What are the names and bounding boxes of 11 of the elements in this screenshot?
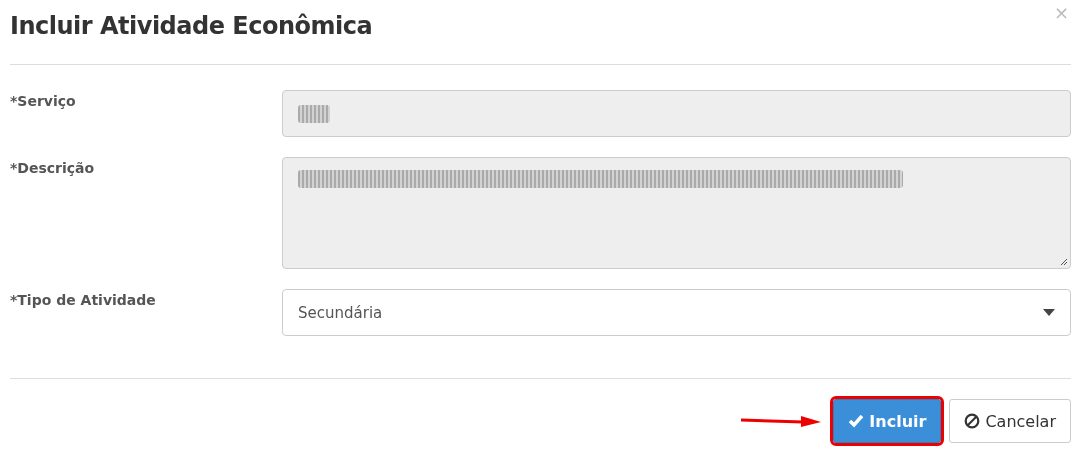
- dropdown[interactable]: Secundária: [282, 289, 1071, 336]
- field-label: *Serviço: [10, 92, 77, 111]
- check-icon: [848, 413, 865, 429]
- cancel-button[interactable]: Cancelar: [949, 399, 1071, 443]
- field-label: *Descrição: [10, 159, 96, 178]
- field-label: *Tipo de Atividade: [10, 291, 157, 310]
- caret-icon: [1043, 308, 1055, 317]
- arrow-icon: [741, 414, 822, 428]
- dropdown-value: Secundária: [298, 303, 383, 322]
- dialog-title: Incluir Atividade Econômica: [10, 12, 373, 40]
- cancel-icon: [964, 413, 981, 429]
